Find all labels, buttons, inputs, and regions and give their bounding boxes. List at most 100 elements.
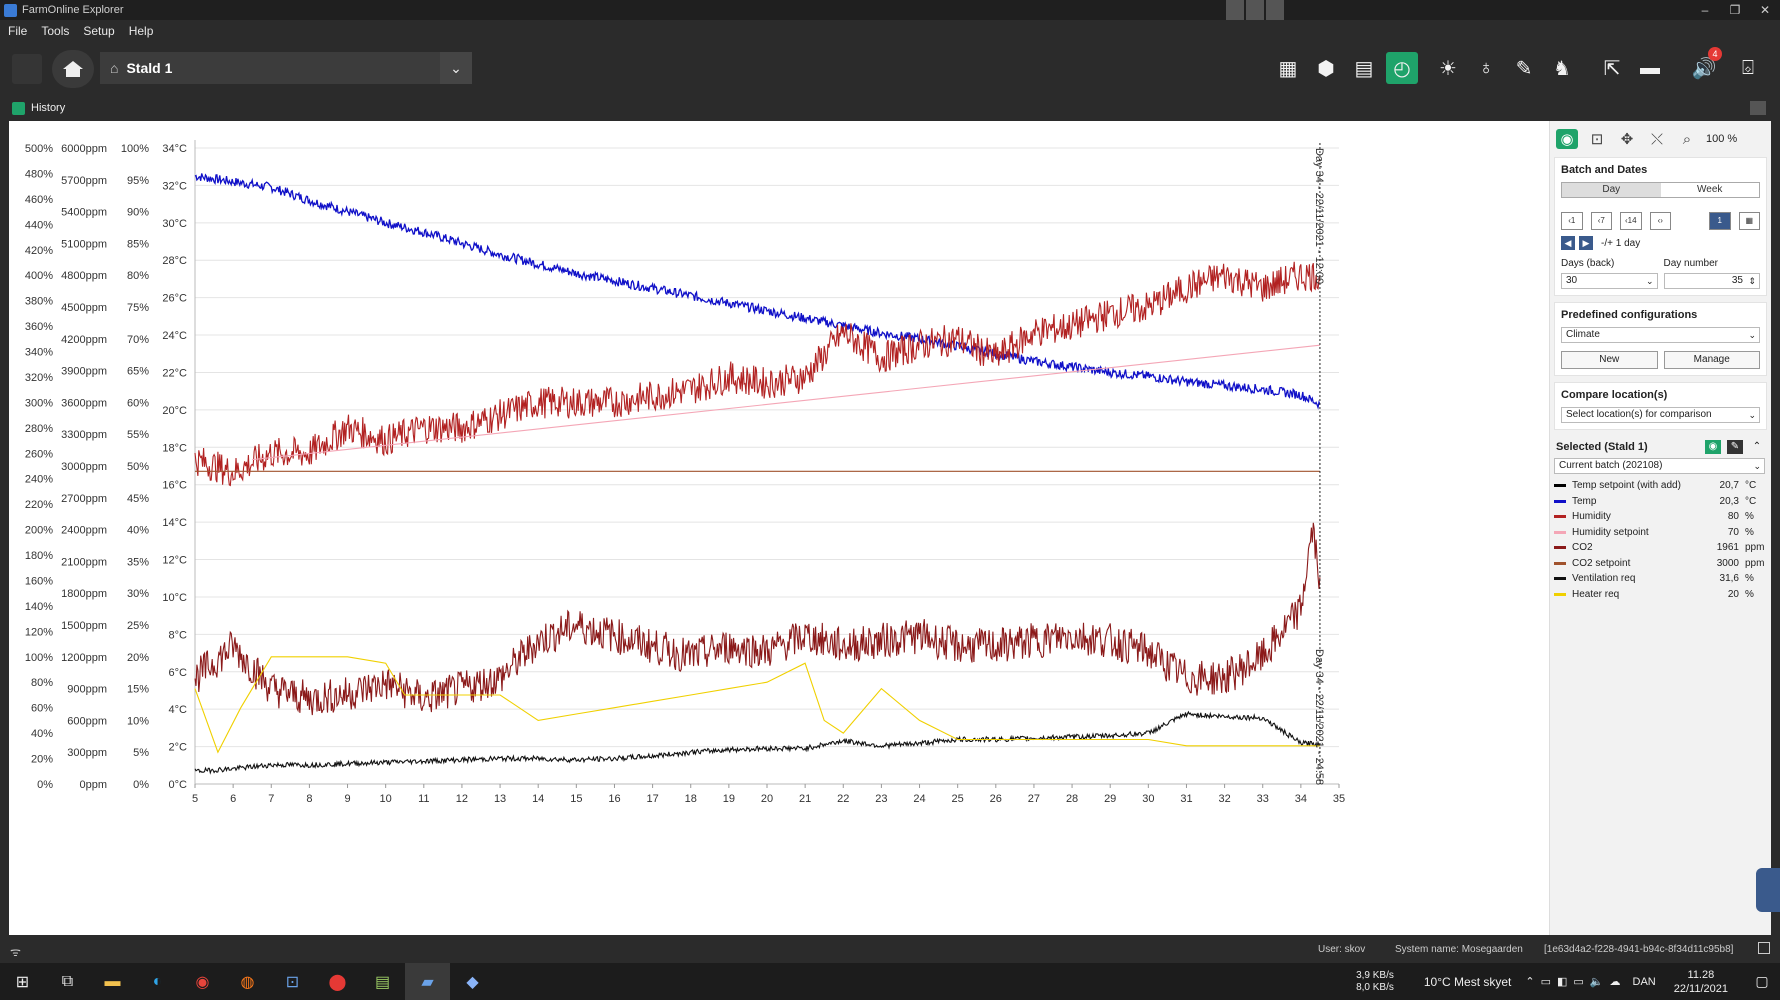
- x-tick-label: 18: [685, 793, 697, 805]
- compare-select[interactable]: Select location(s) for comparison ⌄: [1561, 407, 1760, 423]
- legend-row[interactable]: Temp setpoint (with add) 20,7 °C: [1554, 478, 1767, 494]
- edit-icon[interactable]: ✎: [1727, 440, 1743, 454]
- collapse-icon[interactable]: ⌃: [1749, 440, 1765, 454]
- fullscreen-icon[interactable]: [1246, 0, 1264, 20]
- clock[interactable]: 11.28 22/11/2021: [1674, 968, 1728, 996]
- firefox-icon[interactable]: ◍: [225, 963, 270, 1000]
- main-toolbar: ⌂ Stald 1 ⌄ ▦ ⬢ ▤ ◴ ☀ ♁ ✎ ♞ ⇱ ▬ 🔊 4 ⌺: [0, 42, 1780, 96]
- network-app-icon[interactable]: ⊡: [270, 963, 315, 1000]
- tab-week[interactable]: Week: [1661, 183, 1760, 197]
- zoom-reset-icon[interactable]: ⤬: [1646, 129, 1668, 149]
- edit-icon[interactable]: ✎: [1508, 52, 1540, 84]
- zoom-region-icon[interactable]: ⊡: [1586, 129, 1608, 149]
- chevron-down-icon[interactable]: [1266, 0, 1284, 20]
- legend-unit: %: [1745, 511, 1754, 523]
- volume-icon[interactable]: 🔈: [1590, 975, 1604, 988]
- notepad-icon[interactable]: ▤: [360, 963, 405, 1000]
- close-button[interactable]: ✕: [1750, 0, 1780, 20]
- dashboard-grid-icon[interactable]: ▦: [1272, 52, 1304, 84]
- alarm-button[interactable]: 🔊 4: [1688, 47, 1722, 84]
- building-icon[interactable]: ⬢: [1310, 52, 1342, 84]
- zoom-select[interactable]: 100 %: [1706, 133, 1737, 145]
- chevron-down-icon[interactable]: ⌄: [440, 52, 472, 84]
- windows-start-icon[interactable]: ⊞: [0, 963, 45, 1000]
- edge-icon[interactable]: ◐: [135, 963, 180, 1000]
- day-one-icon[interactable]: 1: [1709, 212, 1731, 230]
- animal-icon[interactable]: ♞: [1546, 52, 1578, 84]
- restore-button[interactable]: ❐: [1720, 0, 1750, 20]
- legend-value: 31,6: [1719, 573, 1739, 585]
- range-14-button[interactable]: ‹14: [1620, 212, 1642, 230]
- monitor-icon[interactable]: ▭: [1573, 975, 1583, 988]
- grid-view-icon[interactable]: [1226, 0, 1244, 20]
- farmonline-icon[interactable]: ▰: [405, 963, 450, 1000]
- range-1-button[interactable]: ‹1: [1561, 212, 1583, 230]
- task-view-icon[interactable]: ⧉: [45, 963, 90, 1000]
- search-icon[interactable]: ⌕: [1676, 129, 1698, 149]
- series-line-ventilation-req: [194, 710, 1321, 775]
- eye-icon[interactable]: ◉: [1556, 129, 1578, 149]
- legend-row[interactable]: Ventilation req 31,6%: [1554, 571, 1767, 587]
- weather-icon[interactable]: ☀: [1432, 52, 1464, 84]
- batch-select[interactable]: Current batch (202108) ⌄: [1554, 458, 1765, 474]
- weather-widget[interactable]: 10°C Mest skyet: [1424, 975, 1512, 989]
- minimize-button[interactable]: –: [1690, 0, 1720, 20]
- eye-icon[interactable]: ◉: [1705, 440, 1721, 454]
- y-tick-label: 2400ppm: [61, 525, 107, 537]
- file-explorer-icon[interactable]: ▬: [90, 963, 135, 1000]
- manage-button[interactable]: Manage: [1663, 351, 1760, 369]
- red-app-icon[interactable]: ⬤: [315, 963, 360, 1000]
- y-tick-label: 12°C: [162, 555, 187, 567]
- calendar-icon[interactable]: ▦: [1738, 212, 1760, 230]
- history-icon[interactable]: ◴: [1386, 52, 1418, 84]
- chrome-icon[interactable]: ◉: [180, 963, 225, 1000]
- series-line-humidity: [194, 261, 1321, 487]
- next-day-button[interactable]: ▶: [1579, 236, 1593, 250]
- legend-row[interactable]: Humidity setpoint 70%: [1554, 525, 1767, 541]
- side-tab-handle[interactable]: [1756, 868, 1780, 912]
- x-tick-label: 6: [230, 793, 236, 805]
- predefined-select[interactable]: Climate ⌄: [1561, 327, 1760, 343]
- network-speed: 3,9 KB/s 8,0 KB/s: [1356, 970, 1394, 994]
- menu-help[interactable]: Help: [129, 24, 154, 38]
- legend-row[interactable]: CO2 setpoint 3000 ppm: [1554, 556, 1767, 572]
- range-batch-button[interactable]: ‹›: [1649, 212, 1671, 230]
- y-tick-label: 0ppm: [79, 779, 107, 791]
- menu-tools[interactable]: Tools: [41, 24, 69, 38]
- x-tick-label: 35: [1333, 793, 1345, 805]
- history-chart[interactable]: 0%20%40%60%80%100%120%140%160%180%200%22…: [9, 121, 1549, 935]
- popout-icon[interactable]: [1750, 101, 1766, 115]
- app-icon[interactable]: ◆: [450, 963, 495, 1000]
- copy-icon[interactable]: [1758, 942, 1770, 954]
- lamp-icon[interactable]: ♁: [1470, 52, 1502, 84]
- range-7-button[interactable]: ‹7: [1590, 212, 1612, 230]
- chevron-up-icon[interactable]: ⌃: [1525, 975, 1534, 988]
- legend-row[interactable]: Heater req 20%: [1554, 587, 1767, 603]
- prev-day-button[interactable]: ◀: [1561, 236, 1575, 250]
- basket-icon[interactable]: ⌺: [1732, 52, 1764, 84]
- cloud-icon[interactable]: ☁: [1610, 975, 1621, 988]
- y-tick-label: 20%: [127, 652, 149, 664]
- legend-row[interactable]: Humidity 80%: [1554, 509, 1767, 525]
- app-tray-icon[interactable]: ◧: [1557, 975, 1567, 988]
- location-select[interactable]: ⌂ Stald 1 ⌄: [100, 52, 472, 84]
- screen-icon[interactable]: ▬: [1634, 52, 1666, 84]
- language-indicator[interactable]: DAN: [1633, 976, 1656, 988]
- home-button[interactable]: [52, 50, 94, 88]
- day-number-stepper[interactable]: 35 ⇕: [1663, 273, 1760, 289]
- menu-file[interactable]: File: [8, 24, 27, 38]
- battery-icon[interactable]: ▭: [1541, 975, 1551, 988]
- legend-row[interactable]: Temp 20,3 °C: [1554, 494, 1767, 510]
- new-button[interactable]: New: [1561, 351, 1658, 369]
- days-back-select[interactable]: 30 ⌄: [1561, 273, 1658, 289]
- tab-day[interactable]: Day: [1562, 183, 1661, 197]
- sidebar-toggle-button[interactable]: [12, 54, 42, 84]
- stepper-icon[interactable]: ⇕: [1748, 274, 1756, 288]
- pan-icon[interactable]: ✥: [1616, 129, 1638, 149]
- notification-icon[interactable]: ▢: [1744, 973, 1780, 990]
- table-icon[interactable]: ▤: [1348, 52, 1380, 84]
- menu-setup[interactable]: Setup: [83, 24, 114, 38]
- import-icon[interactable]: ⇱: [1596, 52, 1628, 84]
- y-tick-label: 6°C: [169, 667, 188, 679]
- legend-row[interactable]: CO2 1961 ppm: [1554, 540, 1767, 556]
